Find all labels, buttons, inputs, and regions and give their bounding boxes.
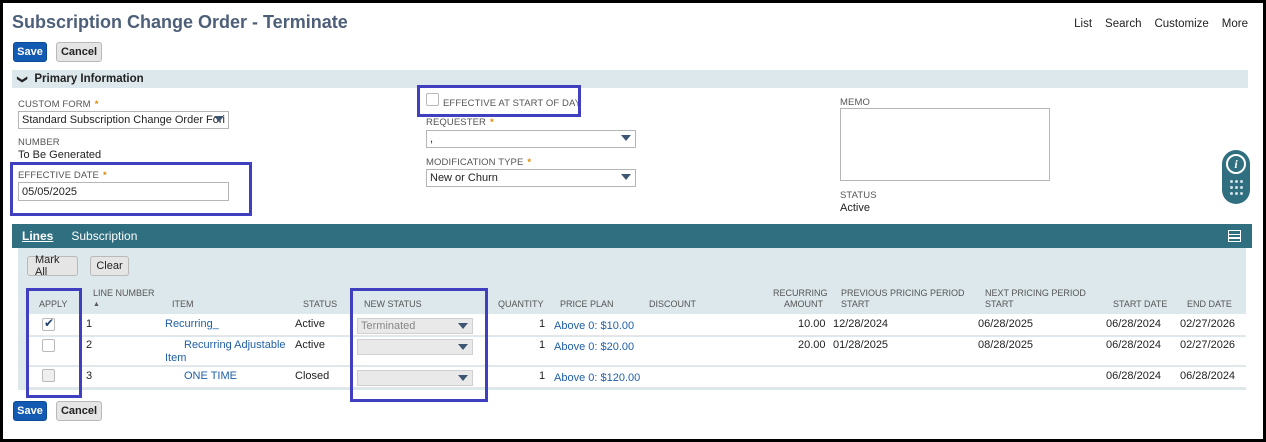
chevron-down-icon (214, 116, 224, 122)
quantity: 1 (539, 318, 546, 330)
number-label: NUMBER (18, 137, 60, 148)
table-row[interactable]: 3 ONE TIME Closed 1 Above 0: $120.00 06/… (28, 367, 1246, 388)
col-line-number[interactable]: LINE NUMBER (93, 288, 155, 299)
requester-select[interactable]: , (426, 130, 636, 148)
col-next-period-2[interactable]: START (985, 299, 1014, 310)
highlight-effective-date (10, 162, 252, 216)
requester-value: , (430, 133, 434, 145)
memo-label: MEMO (840, 97, 870, 108)
section-label: Primary Information (34, 73, 144, 85)
custom-form-value: Standard Subscription Change Order Fori (22, 114, 225, 126)
col-price-plan[interactable]: PRICE PLAN (560, 299, 614, 310)
item-link-line2[interactable]: Item (165, 352, 186, 364)
line-number: 1 (86, 318, 93, 330)
cancel-button-bottom[interactable]: Cancel (56, 401, 102, 421)
modification-type-select[interactable]: New or Churn (426, 169, 636, 187)
sort-asc-icon: ▲ (93, 301, 100, 308)
memo-textarea[interactable] (840, 108, 1050, 181)
chevron-down-icon (621, 135, 631, 141)
col-prev-period-1[interactable]: PREVIOUS PRICING PERIOD (841, 288, 965, 299)
cancel-button[interactable]: Cancel (56, 42, 102, 62)
quantity: 1 (539, 339, 546, 351)
highlight-effective-start (417, 85, 581, 117)
modification-type-value: New or Churn (430, 172, 498, 184)
quantity: 1 (539, 370, 546, 382)
help-widget[interactable]: i (1222, 150, 1250, 204)
subtab-bar: Lines Subscription (12, 224, 1252, 248)
col-status[interactable]: STATUS (303, 299, 337, 310)
custom-form-label: CUSTOM FORM * (18, 99, 99, 110)
status-value: Active (840, 202, 870, 214)
next-period-start: 06/28/2025 (978, 318, 1034, 330)
highlight-new-status-column (350, 288, 488, 402)
status-label: STATUS (840, 190, 877, 201)
col-quantity[interactable]: QUANTITY (498, 299, 544, 310)
row-status: Active (295, 339, 325, 351)
number-value: To Be Generated (18, 149, 102, 161)
end-date: 02/27/2026 (1180, 318, 1236, 330)
prev-period-start: 01/28/2025 (833, 339, 889, 351)
row-status: Closed (295, 370, 330, 382)
customize-link[interactable]: Customize (1154, 18, 1208, 30)
prev-period-start: 12/28/2024 (833, 318, 889, 330)
col-item[interactable]: ITEM (172, 299, 194, 310)
end-date: 06/28/2024 (1180, 370, 1236, 382)
start-date: 06/28/2024 (1106, 370, 1162, 382)
recurring-amount: 10.00 (798, 318, 826, 330)
col-start-date[interactable]: START DATE (1113, 299, 1167, 310)
search-link[interactable]: Search (1105, 18, 1141, 30)
save-button[interactable]: Save (13, 42, 47, 62)
more-link[interactable]: More (1222, 18, 1248, 30)
line-number: 3 (86, 370, 93, 382)
line-number: 2 (86, 339, 93, 351)
start-date: 06/28/2024 (1106, 318, 1162, 330)
col-recurring-amount-2[interactable]: AMOUNT (784, 299, 823, 310)
col-next-period-1[interactable]: NEXT PRICING PERIOD (985, 288, 1086, 299)
modification-type-label: MODIFICATION TYPE * (426, 157, 532, 168)
top-links: List Search Customize More (1074, 18, 1248, 30)
page-title: Subscription Change Order - Terminate (12, 12, 348, 32)
row-status: Active (295, 318, 325, 330)
table-row[interactable]: 2 Recurring Adjustable Item Active 1 Abo… (28, 337, 1246, 366)
requester-label: REQUESTER * (426, 117, 494, 128)
price-plan-link[interactable]: Above 0: $120.00 (554, 372, 640, 384)
clear-button[interactable]: Clear (90, 256, 129, 276)
chevron-down-icon: ❯ (16, 74, 28, 84)
col-prev-period-2[interactable]: START (841, 299, 870, 310)
price-plan-link[interactable]: Above 0: $20.00 (554, 341, 634, 353)
item-link[interactable]: ONE TIME (184, 370, 237, 382)
col-discount[interactable]: DISCOUNT (649, 299, 696, 310)
col-recurring-amount-1[interactable]: RECURRING (773, 288, 828, 299)
list-view-icon[interactable] (1228, 230, 1241, 242)
start-date: 06/28/2024 (1106, 339, 1162, 351)
custom-form-select[interactable]: Standard Subscription Change Order Fori (18, 111, 229, 129)
info-icon[interactable]: i (1226, 154, 1246, 174)
chevron-down-icon (621, 174, 631, 180)
highlight-apply-column (26, 288, 82, 398)
drag-handle-icon[interactable] (1230, 180, 1243, 196)
tab-subscription[interactable]: Subscription (71, 229, 137, 243)
item-link[interactable]: Recurring Adjustable (184, 339, 286, 351)
mark-all-button[interactable]: Mark All (27, 254, 78, 278)
price-plan-link[interactable]: Above 0: $10.00 (554, 320, 634, 332)
item-link[interactable]: Recurring_ (165, 318, 219, 330)
table-row[interactable]: 1 Recurring_ Active Terminated 1 Above 0… (28, 314, 1246, 336)
primary-information-section[interactable]: ❯ Primary Information (12, 70, 1248, 88)
recurring-amount: 20.00 (798, 339, 826, 351)
end-date: 02/27/2026 (1180, 339, 1236, 351)
save-button-bottom[interactable]: Save (13, 401, 47, 421)
col-end-date[interactable]: END DATE (1187, 299, 1232, 310)
tab-lines[interactable]: Lines (22, 229, 53, 243)
next-period-start: 08/28/2025 (978, 339, 1034, 351)
list-link[interactable]: List (1074, 18, 1092, 30)
